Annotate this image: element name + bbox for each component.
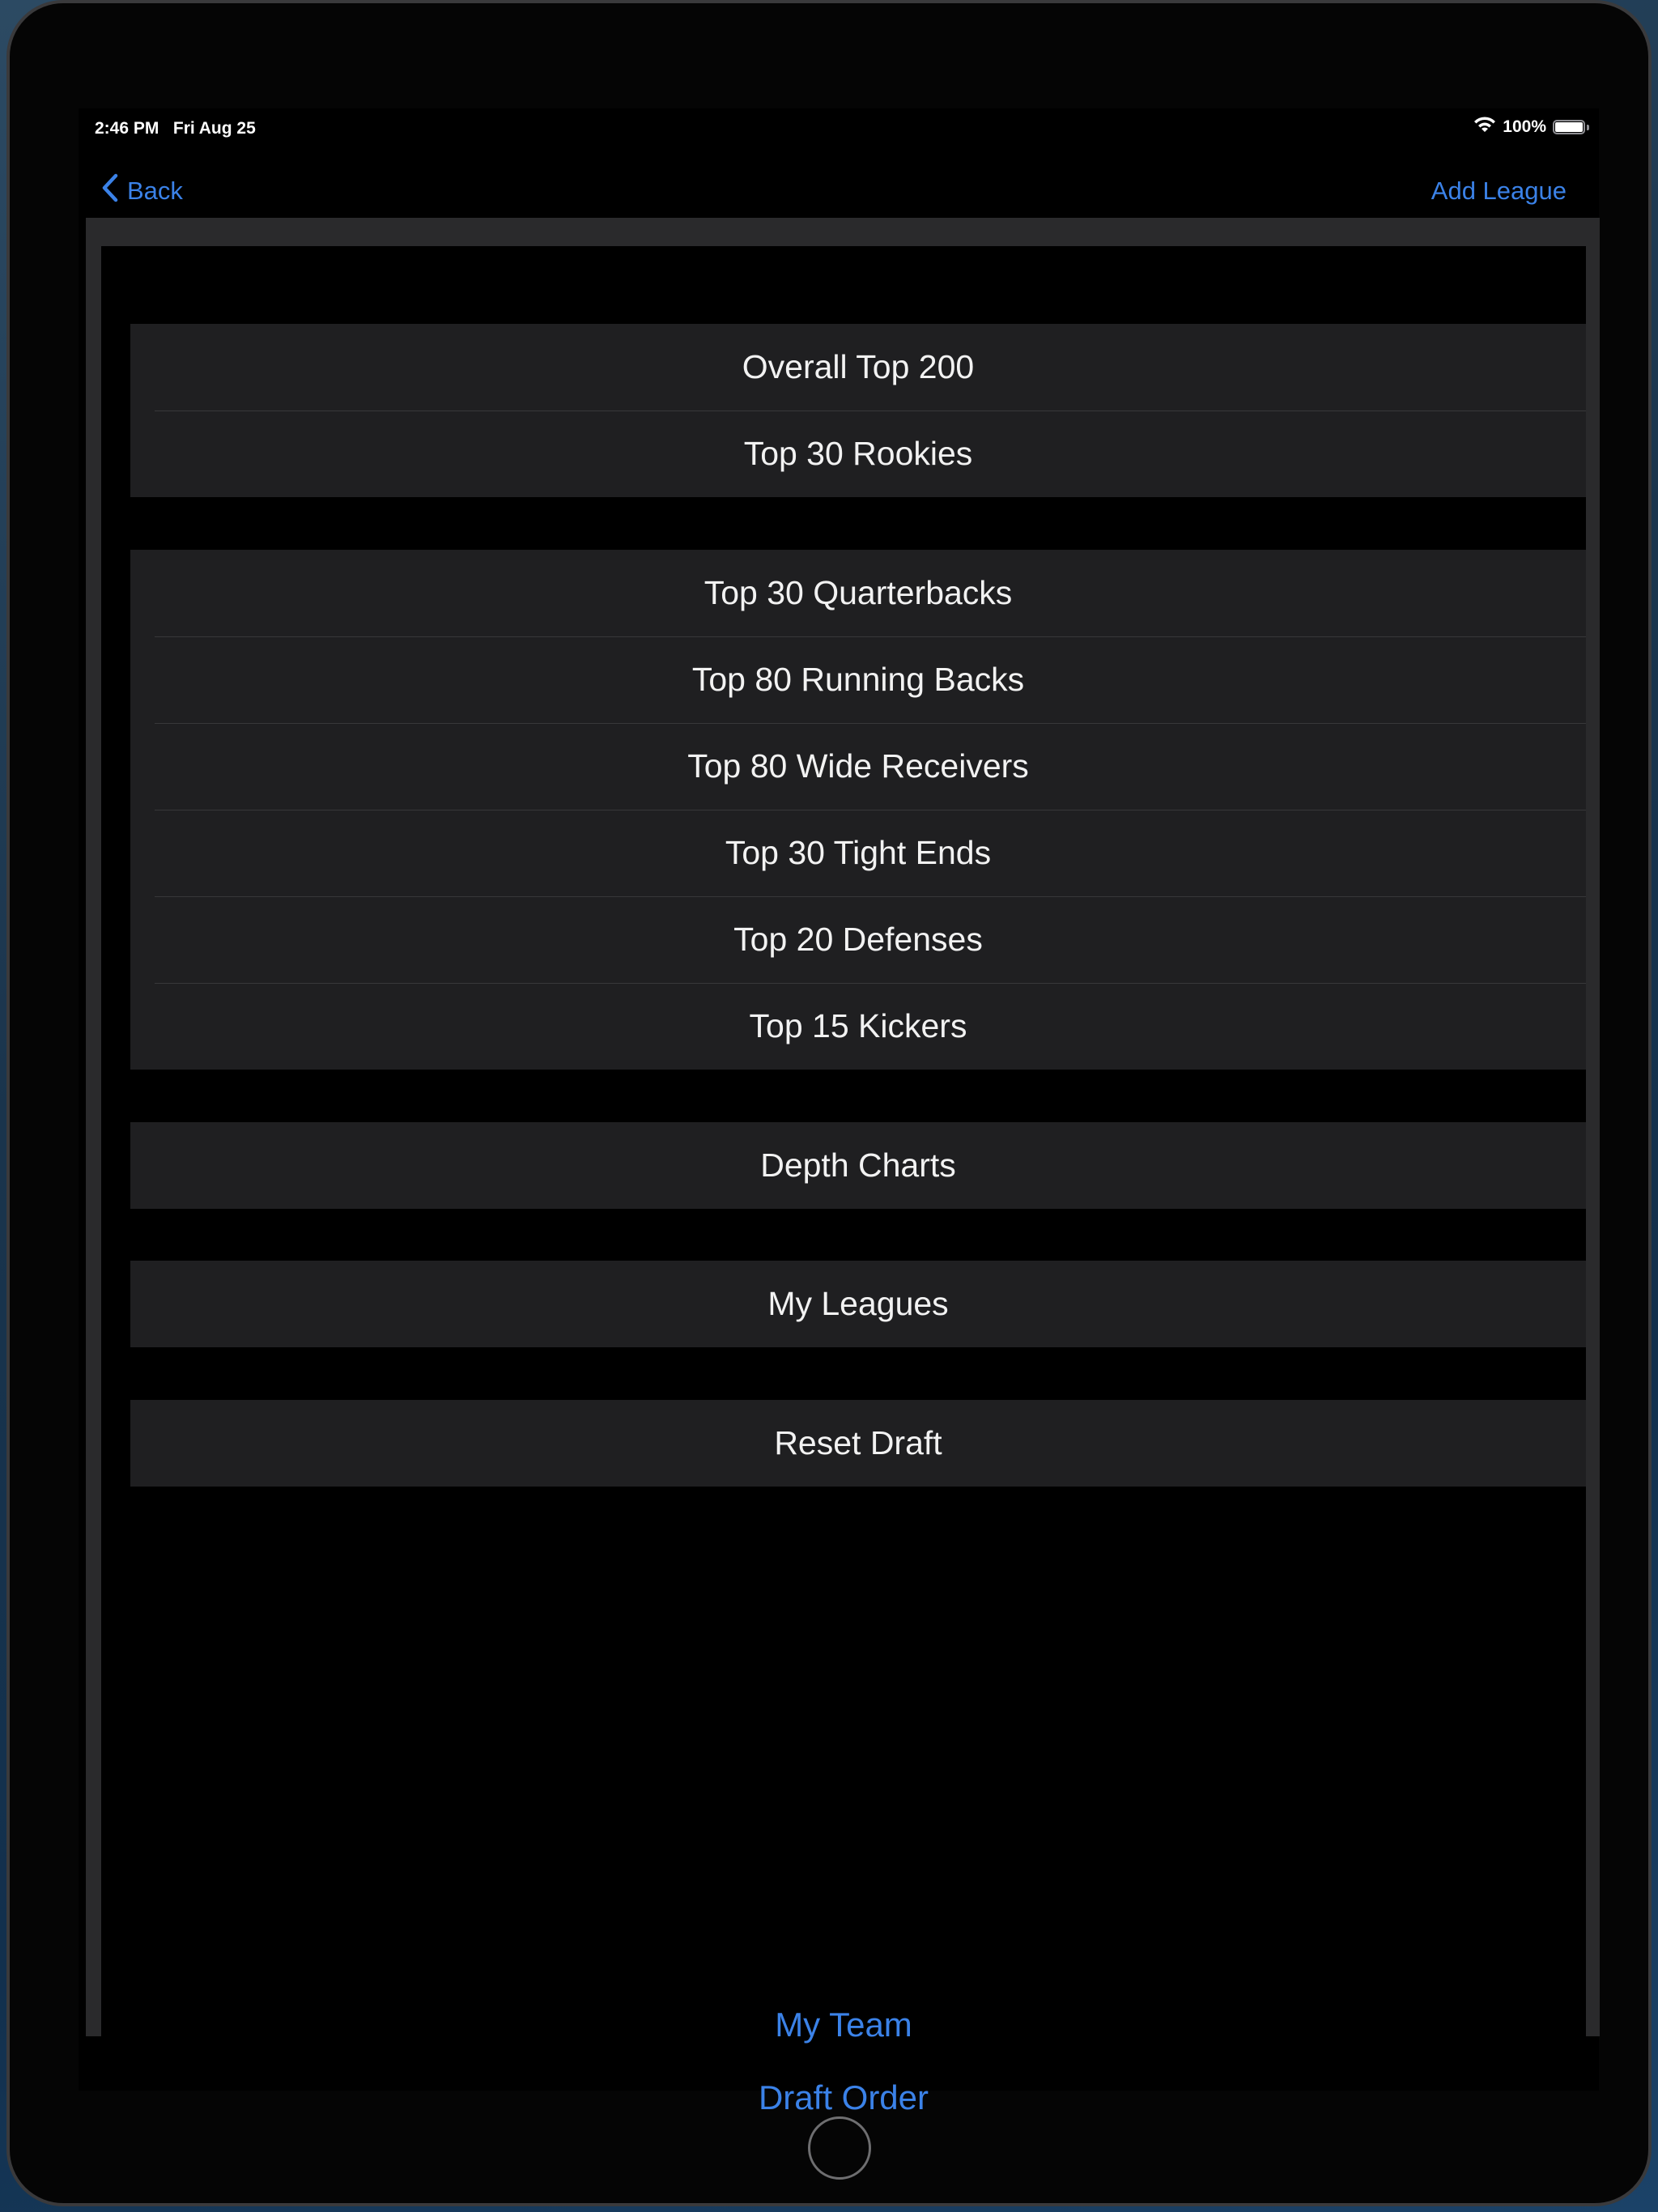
wifi-icon [1473,117,1496,138]
menu-item-depth-charts[interactable]: Depth Charts [130,1122,1586,1209]
chevron-left-icon [101,173,119,209]
menu-item-overall-top-200[interactable]: Overall Top 200 [130,324,1586,410]
menu-item-my-leagues[interactable]: My Leagues [130,1261,1586,1347]
add-league-button[interactable]: Add League [1431,177,1567,206]
menu-item-wide-receivers[interactable]: Top 80 Wide Receivers [130,723,1586,810]
home-button[interactable] [808,2116,871,2180]
reset-draft-group: Reset Draft [130,1400,1586,1487]
draft-order-link[interactable]: Draft Order [101,2078,1586,2117]
status-indicators: 100% [1473,117,1589,138]
status-bar: 2:46 PM Fri Aug 25 100% [79,108,1599,149]
battery-percent: 100% [1503,117,1546,136]
my-team-link[interactable]: My Team [101,2006,1586,2044]
menu-item-kickers[interactable]: Top 15 Kickers [130,983,1586,1070]
back-label: Back [127,177,183,205]
status-time: 2:46 PM Fri Aug 25 [95,119,256,138]
battery-icon [1553,120,1585,134]
content-border: Overall Top 200 Top 30 Rookies Top 30 Qu… [86,218,1600,2116]
battery-fill [1555,122,1583,132]
my-leagues-group: My Leagues [130,1261,1586,1347]
battery-cap [1587,124,1589,130]
app-screen: 2:46 PM Fri Aug 25 100% Back Add League … [79,108,1600,2116]
rankings-position-group: Top 30 Quarterbacks Top 80 Running Backs… [130,550,1586,1070]
menu-item-top-30-rookies[interactable]: Top 30 Rookies [130,410,1586,497]
depth-charts-group: Depth Charts [130,1122,1586,1209]
menu-item-quarterbacks[interactable]: Top 30 Quarterbacks [130,550,1586,636]
navigation-bar: Back Add League [79,157,1599,222]
ipad-frame: 2:46 PM Fri Aug 25 100% Back Add League … [6,0,1652,2206]
menu-item-defenses[interactable]: Top 20 Defenses [130,896,1586,983]
rankings-overall-group: Overall Top 200 Top 30 Rookies [130,324,1586,497]
menu-item-tight-ends[interactable]: Top 30 Tight Ends [130,810,1586,896]
menu-item-running-backs[interactable]: Top 80 Running Backs [130,636,1586,723]
back-button[interactable]: Back [101,173,183,209]
content-area: Overall Top 200 Top 30 Rookies Top 30 Qu… [101,246,1586,2116]
menu-item-reset-draft[interactable]: Reset Draft [130,1400,1586,1487]
